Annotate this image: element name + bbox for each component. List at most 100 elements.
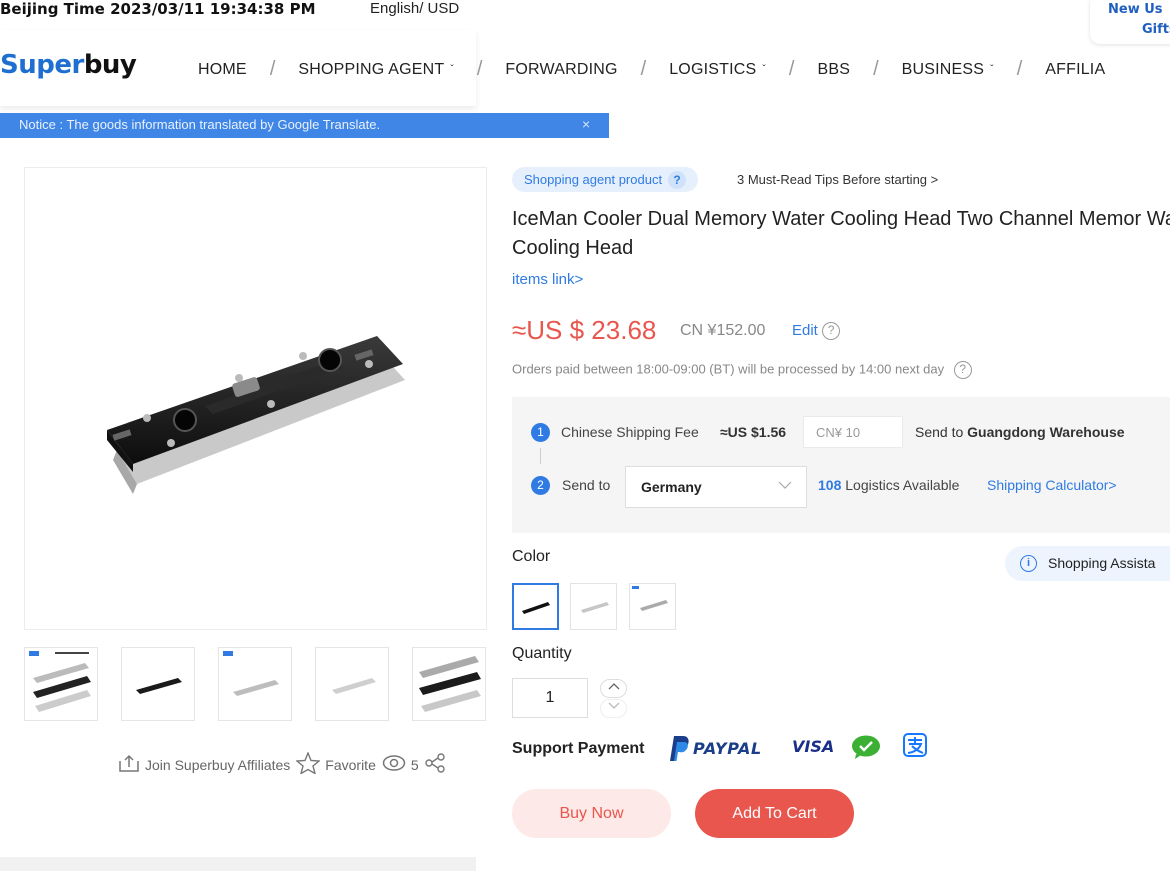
nav-logistics[interactable]: LOGISTICS ˇ (669, 61, 766, 79)
quantity-input[interactable]: 1 (512, 678, 588, 718)
country-value: Germany (641, 479, 702, 495)
shopping-agent-tag[interactable]: Shopping agent product? (512, 167, 699, 192)
wechat-pay-icon (851, 735, 881, 764)
paypal-logo: PAYPAL (665, 734, 762, 762)
chevron-down-icon (778, 479, 792, 493)
edit-label: Edit (792, 322, 818, 339)
items-link[interactable]: items link> (512, 271, 583, 288)
quantity-label: Quantity (512, 645, 572, 662)
nav-separator: / (788, 58, 795, 80)
send-to-warehouse: Send to Guangdong Warehouse (915, 424, 1125, 440)
new-user-gifts-badge[interactable]: New Us Gifts (1090, 0, 1170, 44)
logistics-count: 108 (818, 477, 842, 493)
orders-note-text: Orders paid between 18:00-09:00 (BT) wil… (512, 361, 945, 377)
info-icon: i (1020, 555, 1037, 572)
nav-separator: / (1016, 58, 1023, 80)
logistics-text: Logistics Available (845, 477, 960, 493)
visa-logo: VISA (792, 737, 835, 756)
support-payment-label: Support Payment (512, 740, 645, 757)
orders-note: Orders paid between 18:00-09:00 (BT) wil… (512, 361, 972, 379)
thumbnail[interactable] (315, 647, 389, 721)
shopping-assistant-button[interactable]: i Shopping Assista (1005, 546, 1170, 581)
nav-business-label: BUSINESS (901, 60, 985, 78)
nav-shopping-agent-label: SHOPPING AGENT (298, 60, 445, 78)
color-label: Color (512, 548, 551, 565)
chevron-down-icon: ˇ (990, 63, 994, 75)
quantity-decrement-button[interactable] (600, 699, 627, 718)
paypal-text: PAYPAL (693, 738, 762, 758)
star-icon[interactable] (295, 751, 322, 777)
logistics-available: 108 Logistics Available (818, 477, 959, 493)
warehouse-name: Guangdong Warehouse (967, 424, 1125, 440)
thumbnail[interactable] (121, 647, 195, 721)
nav-separator: / (269, 58, 276, 80)
color-swatch-silver[interactable] (570, 583, 617, 630)
nav-home[interactable]: HOME (198, 61, 247, 79)
nav-business[interactable]: BUSINESS ˇ (902, 61, 994, 79)
shopping-assistant-label: Shopping Assista (1048, 555, 1156, 571)
logo-part-buy: buy (83, 50, 137, 80)
share-upload-icon (118, 753, 140, 776)
add-to-cart-button[interactable]: Add To Cart (695, 789, 854, 838)
help-icon: ? (668, 171, 687, 189)
language-currency-selector[interactable]: English/ USD (370, 0, 459, 17)
help-icon[interactable]: ? (822, 322, 841, 341)
main-nav: HOME / SHOPPING AGENT ˇ / FORWARDING / LO… (198, 58, 1105, 81)
superbuy-logo[interactable]: Superbuy (0, 50, 137, 80)
country-select[interactable]: Germany (625, 466, 807, 508)
thumbnail[interactable] (218, 647, 292, 721)
swatch-image (581, 602, 609, 613)
quantity-increment-button[interactable] (600, 679, 627, 698)
send-to-prefix: Send to (915, 424, 964, 440)
thumbnail[interactable] (24, 647, 98, 721)
translation-notice: Notice : The goods information translate… (0, 113, 609, 138)
thumbnail-image (419, 656, 481, 712)
step-2-icon: 2 (531, 476, 550, 495)
nav-bbs[interactable]: BBS (817, 61, 850, 79)
main-product-image[interactable] (24, 167, 487, 630)
share-icon[interactable] (424, 752, 446, 777)
thumbnail-image (223, 651, 279, 696)
product-photo (107, 336, 405, 494)
must-read-tips-link[interactable]: 3 Must-Read Tips Before starting > (737, 172, 938, 187)
gifts-label: Gifts (1142, 22, 1170, 37)
swatch-image (522, 602, 550, 614)
chevron-down-icon: ˇ (450, 63, 454, 75)
step-connector (540, 448, 541, 464)
step-1-icon: 1 (531, 423, 550, 442)
product-actions: Join Superbuy Affiliates Favorite 5 (118, 751, 451, 777)
help-icon[interactable]: ? (953, 361, 972, 379)
price-usd: ≈US $ 23.68 (512, 315, 657, 345)
tag-label: Shopping agent product (524, 172, 663, 187)
nav-shopping-agent[interactable]: SHOPPING AGENT ˇ (298, 61, 453, 79)
thumbnail[interactable] (412, 647, 486, 721)
color-swatch-mixed[interactable] (629, 583, 676, 630)
chinese-shipping-fee-label: Chinese Shipping Fee (561, 424, 699, 440)
nav-logistics-label: LOGISTICS (669, 60, 757, 78)
color-swatch-black[interactable] (512, 583, 559, 630)
close-icon[interactable]: × (582, 116, 590, 132)
chinese-shipping-fee-input[interactable]: CN¥ 10 (803, 416, 903, 448)
thumbnail-image (29, 651, 91, 712)
buy-now-button[interactable]: Buy Now (512, 789, 671, 838)
section-divider (0, 857, 476, 871)
nav-separator: / (476, 58, 483, 80)
favorite-link[interactable]: Favorite (325, 757, 376, 773)
shipping-calculator-link[interactable]: Shipping Calculator> (987, 477, 1117, 493)
logo-part-super: Super (0, 50, 84, 80)
product-title: IceMan Cooler Dual Memory Water Cooling … (512, 208, 1170, 259)
nav-separator: / (873, 58, 879, 80)
chevron-down-icon (608, 702, 619, 709)
eye-icon (382, 754, 406, 775)
edit-price[interactable]: Edit ? (792, 322, 841, 341)
thumbnail-strip (24, 647, 486, 721)
notice-text: Notice : The goods information translate… (19, 117, 381, 132)
nav-affiliate[interactable]: AFFILIA (1045, 61, 1105, 79)
nav-forwarding[interactable]: FORWARDING (505, 61, 617, 79)
send-to-label: Send to (562, 477, 611, 493)
top-bar: Beijing Time 2023/03/11 19:34:38 PM Engl… (0, 0, 1170, 30)
join-affiliates-link[interactable]: Join Superbuy Affiliates (145, 757, 290, 773)
alipay-icon (903, 733, 927, 762)
paypal-icon (670, 736, 689, 761)
nav-separator: / (640, 58, 647, 80)
